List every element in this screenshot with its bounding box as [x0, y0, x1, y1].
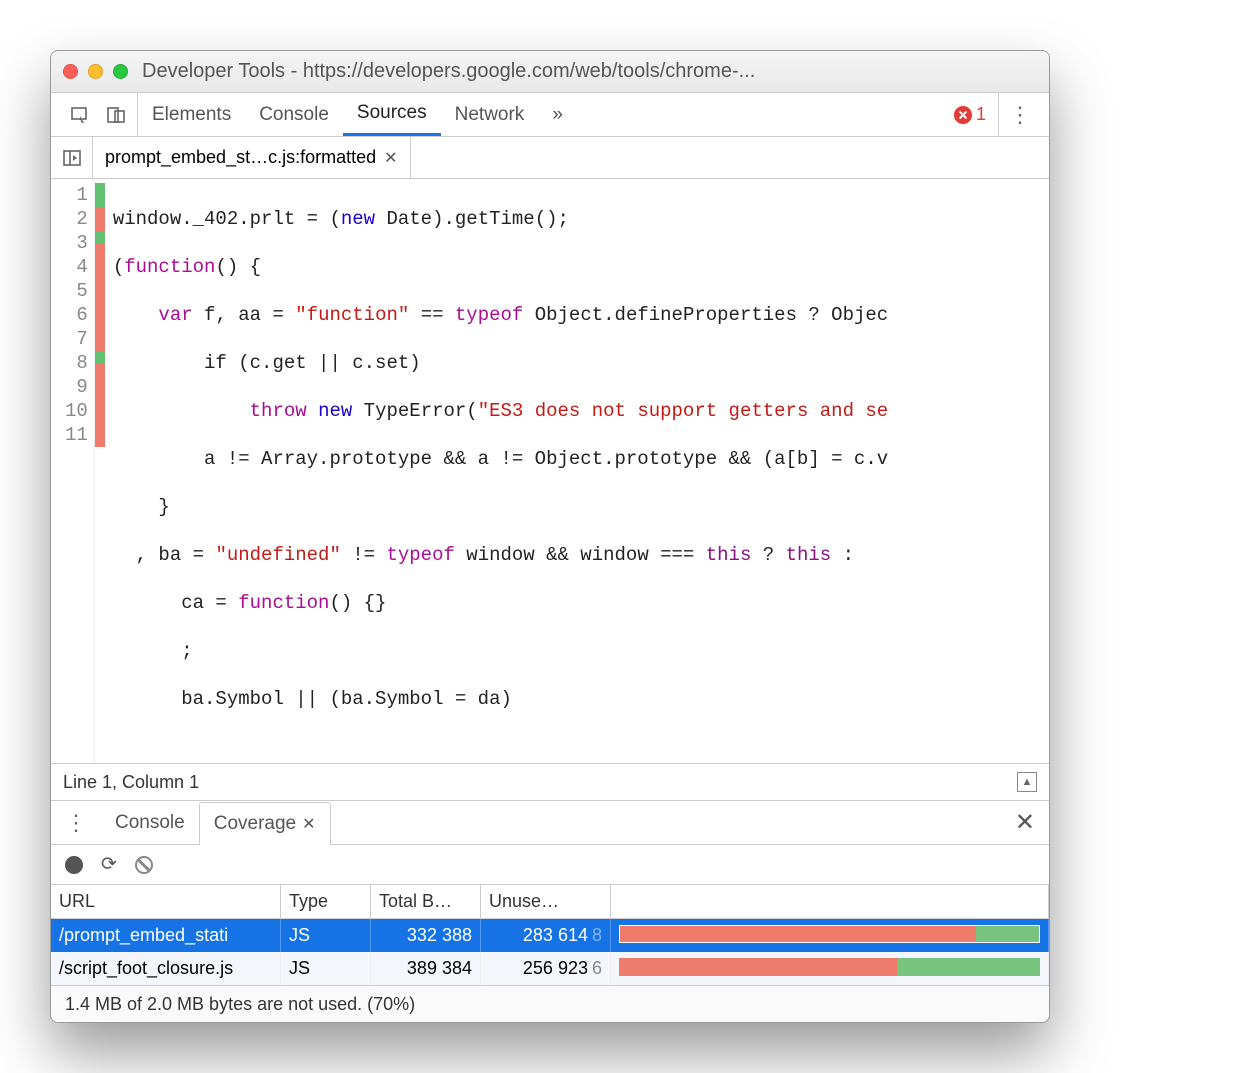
tab-network[interactable]: Network: [441, 93, 539, 136]
coverage-footer: 1.4 MB of 2.0 MB bytes are not used. (70…: [51, 986, 1049, 1022]
close-icon[interactable]: ✕: [384, 148, 397, 168]
tab-console[interactable]: Console: [245, 93, 343, 136]
drawer-menu-icon[interactable]: ⋮: [51, 810, 101, 836]
col-type[interactable]: Type: [281, 885, 371, 918]
record-icon[interactable]: [65, 856, 83, 874]
error-icon: [954, 106, 972, 124]
line-gutter: 1234567891011: [51, 179, 95, 763]
close-window-button[interactable]: [63, 64, 78, 79]
drawer-tab-console[interactable]: Console: [101, 801, 199, 844]
titlebar: Developer Tools - https://developers.goo…: [51, 51, 1049, 93]
error-count: 1: [976, 104, 986, 125]
navigator-toggle-icon[interactable]: [51, 137, 93, 178]
devtools-window: Developer Tools - https://developers.goo…: [50, 50, 1050, 1023]
coverage-row[interactable]: /prompt_embed_stati JS 332 388 283 6148: [51, 919, 1049, 952]
zoom-window-button[interactable]: [113, 64, 128, 79]
sources-filebar: prompt_embed_st…c.js:formatted ✕: [51, 137, 1049, 179]
devtools-menu-icon[interactable]: ⋮: [998, 93, 1041, 136]
inspect-element-icon[interactable]: [69, 104, 91, 126]
traffic-lights: [63, 64, 128, 79]
device-toolbar-icon[interactable]: [105, 104, 127, 126]
reload-icon[interactable]: ⟳: [101, 853, 117, 876]
drawer-tabbar: ⋮ Console Coverage ✕ ✕: [51, 801, 1049, 845]
col-unused[interactable]: Unuse…: [481, 885, 611, 918]
col-bar: [611, 885, 1049, 918]
code-editor[interactable]: 1234567891011 window._402.prlt = (new Da…: [51, 179, 1049, 763]
drawer-tab-coverage[interactable]: Coverage ✕: [199, 802, 331, 845]
clear-icon[interactable]: [135, 856, 153, 874]
coverage-row[interactable]: /script_foot_closure.js JS 389 384 256 9…: [51, 952, 1049, 985]
drawer-close-icon[interactable]: ✕: [1001, 808, 1049, 837]
main-tabbar: Elements Console Sources Network » 1 ⋮: [51, 93, 1049, 137]
tab-overflow[interactable]: »: [538, 93, 577, 136]
window-title: Developer Tools - https://developers.goo…: [142, 60, 755, 83]
col-total[interactable]: Total B…: [371, 885, 481, 918]
code-content[interactable]: window._402.prlt = (new Date).getTime();…: [105, 179, 888, 763]
tab-elements[interactable]: Elements: [138, 93, 245, 136]
coverage-table: URL Type Total B… Unuse… /prompt_embed_s…: [51, 885, 1049, 986]
cursor-position: Line 1, Column 1: [63, 772, 199, 793]
col-url[interactable]: URL: [51, 885, 281, 918]
collapse-drawer-icon[interactable]: ▲: [1017, 772, 1037, 792]
file-tab[interactable]: prompt_embed_st…c.js:formatted ✕: [93, 137, 411, 178]
error-badge[interactable]: 1: [954, 104, 986, 125]
coverage-header: URL Type Total B… Unuse…: [51, 885, 1049, 919]
minimize-window-button[interactable]: [88, 64, 103, 79]
coverage-gutter: [95, 179, 105, 763]
tab-sources[interactable]: Sources: [343, 93, 441, 136]
editor-statusbar: Line 1, Column 1 ▲: [51, 763, 1049, 801]
coverage-toolbar: ⟳: [51, 845, 1049, 885]
close-icon[interactable]: ✕: [302, 814, 315, 834]
file-tab-label: prompt_embed_st…c.js:formatted: [105, 147, 376, 168]
